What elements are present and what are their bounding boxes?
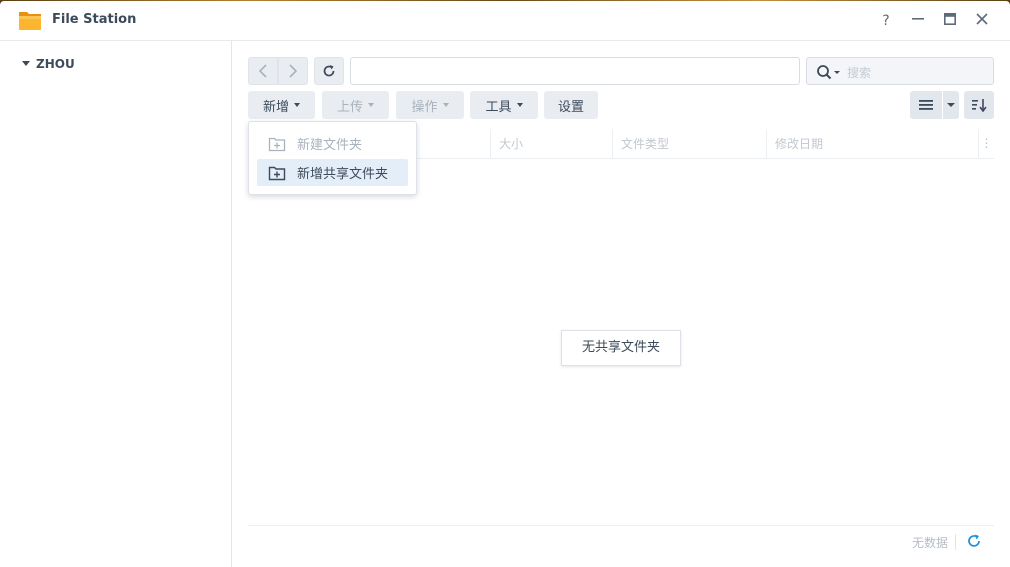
tree-root-label: ZHOU bbox=[36, 57, 75, 71]
list-view-button[interactable] bbox=[910, 91, 942, 119]
refresh-icon[interactable] bbox=[966, 533, 982, 549]
dropdown-arrow-icon bbox=[947, 103, 955, 107]
list-view-icon bbox=[919, 100, 933, 110]
maximize-icon bbox=[944, 13, 956, 25]
title-bar[interactable]: File Station ? bbox=[0, 1, 1010, 41]
chevron-right-icon bbox=[289, 64, 298, 78]
folder-app-icon bbox=[19, 12, 41, 30]
back-button[interactable] bbox=[248, 57, 278, 85]
path-input[interactable] bbox=[350, 57, 800, 85]
status-bar: 无数据 bbox=[248, 525, 994, 557]
close-button[interactable] bbox=[972, 11, 992, 31]
refresh-icon bbox=[323, 65, 335, 77]
search-placeholder: 搜索 bbox=[847, 66, 872, 80]
new-button[interactable]: 新增 bbox=[248, 91, 315, 119]
column-header-size[interactable]: 大小 bbox=[490, 129, 612, 159]
tools-button[interactable]: 工具 bbox=[470, 91, 538, 119]
dropdown-arrow-icon bbox=[294, 103, 300, 107]
settings-button-label: 设置 bbox=[557, 99, 584, 115]
upload-button-label: 上传 bbox=[336, 99, 363, 115]
forward-button[interactable] bbox=[278, 57, 308, 85]
maximize-button[interactable] bbox=[940, 11, 960, 31]
minimize-icon bbox=[912, 18, 924, 20]
search-icon[interactable] bbox=[816, 64, 842, 80]
minimize-button[interactable] bbox=[908, 11, 928, 31]
sort-icon bbox=[972, 99, 987, 112]
file-station-window: File Station ? ZHOU 搜索 新增 上传 操作 工具 设置 大小… bbox=[0, 1, 1010, 567]
settings-button[interactable]: 设置 bbox=[544, 91, 598, 119]
action-button[interactable]: 操作 bbox=[396, 91, 464, 119]
view-mode-dropdown[interactable] bbox=[943, 91, 959, 119]
help-button[interactable]: ? bbox=[876, 11, 896, 31]
window-title: File Station bbox=[52, 12, 137, 27]
column-header-type[interactable]: 文件类型 bbox=[612, 129, 766, 159]
dropdown-arrow-icon bbox=[368, 103, 374, 107]
menu-item-new-folder[interactable]: 新建文件夹 bbox=[257, 130, 408, 157]
new-dropdown-menu: 新建文件夹 新增共享文件夹 bbox=[248, 121, 417, 195]
tools-button-label: 工具 bbox=[485, 99, 512, 115]
status-text: 无数据 bbox=[911, 536, 948, 550]
folder-plus-icon bbox=[268, 166, 286, 180]
upload-button[interactable]: 上传 bbox=[322, 91, 389, 119]
column-header-modified[interactable]: 修改日期 bbox=[766, 129, 980, 159]
sort-button[interactable] bbox=[964, 91, 994, 119]
dropdown-arrow-icon bbox=[516, 103, 523, 107]
main-panel: 搜索 新增 上传 操作 工具 设置 大小 文件类型 修改日期 ⋮ 无共享文件夹 … bbox=[232, 41, 1010, 567]
chevron-left-icon bbox=[258, 64, 267, 78]
search-box[interactable]: 搜索 bbox=[806, 57, 994, 85]
sidebar: ZHOU bbox=[0, 41, 232, 567]
column-options-button[interactable]: ⋮ bbox=[978, 129, 994, 159]
close-icon bbox=[976, 13, 988, 25]
new-button-label: 新增 bbox=[262, 99, 289, 115]
empty-message: 无共享文件夹 bbox=[561, 330, 681, 366]
refresh-button[interactable] bbox=[314, 57, 344, 85]
caret-down-icon[interactable] bbox=[22, 61, 30, 66]
menu-item-label: 新建文件夹 bbox=[297, 138, 363, 153]
dropdown-arrow-icon bbox=[442, 103, 449, 107]
folder-plus-icon bbox=[268, 137, 286, 151]
status-divider bbox=[955, 534, 956, 550]
tree-root-zhou[interactable]: ZHOU bbox=[22, 57, 75, 71]
menu-item-new-shared-folder[interactable]: 新增共享文件夹 bbox=[257, 159, 408, 186]
action-button-label: 操作 bbox=[411, 99, 438, 115]
menu-item-label: 新增共享文件夹 bbox=[297, 167, 389, 182]
